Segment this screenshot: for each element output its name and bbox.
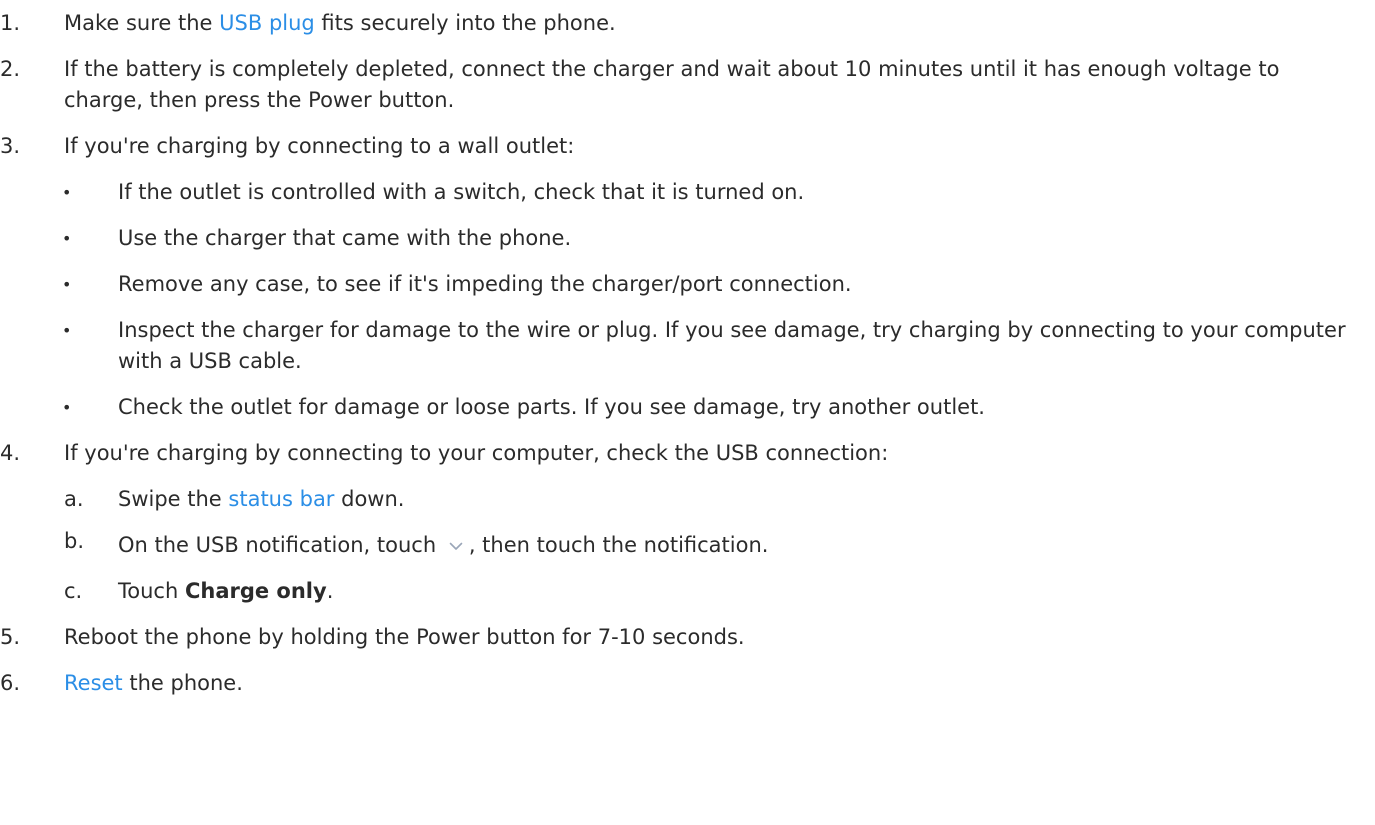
step-text: the phone. [122, 671, 243, 695]
step-text: fits securely into the phone. [314, 11, 616, 35]
substep-letter: a. [64, 487, 84, 511]
step-text: Make sure the [64, 11, 220, 35]
step-text: Reboot the phone by holding the Power bu… [64, 625, 745, 649]
substep-text: . [326, 579, 334, 603]
bullet-text: Remove any case, to see if it's impeding… [118, 272, 852, 296]
substep-text: Touch [118, 579, 185, 603]
step-5: 5. Reboot the phone by holding the Power… [0, 622, 1375, 653]
step-number: 6. [0, 671, 21, 695]
usb-plug-link[interactable]: USB plug [219, 11, 315, 35]
bullet-icon: • [62, 398, 72, 417]
substep-c: c. Touch Charge only. [0, 576, 1375, 607]
step-1: 1. Make sure the USB plug fits securely … [0, 8, 1375, 39]
step-3: 3. If you're charging by connecting to a… [0, 131, 1375, 162]
step-text: If the battery is completely depleted, c… [64, 57, 1280, 112]
list-item: • Check the outlet for damage or loose p… [0, 392, 1375, 423]
step-text: If you're charging by connecting to your… [64, 441, 889, 465]
bullet-text: Inspect the charger for damage to the wi… [118, 318, 1346, 373]
substep-a: a. Swipe the status bar down. [0, 484, 1375, 515]
bullet-text: If the outlet is controlled with a switc… [118, 180, 805, 204]
reset-link[interactable]: Reset [64, 671, 123, 695]
charge-only-label: Charge only [184, 579, 327, 603]
substep-text: down. [334, 487, 405, 511]
step-2: 2. If the battery is completely depleted… [0, 54, 1375, 116]
step-4: 4. If you're charging by connecting to y… [0, 438, 1375, 469]
step-number: 3. [0, 134, 21, 158]
bullet-icon: • [62, 321, 72, 340]
list-item: • Use the charger that came with the pho… [0, 223, 1375, 254]
bullet-text: Use the charger that came with the phone… [118, 226, 572, 250]
bullet-icon: • [62, 183, 72, 202]
step-number: 1. [0, 11, 21, 35]
step-number: 5. [0, 625, 21, 649]
step-6: 6. Reset the phone. [0, 668, 1375, 699]
list-item: • Inspect the charger for damage to the … [0, 315, 1375, 377]
substep-text: , then touch the notification. [468, 533, 769, 557]
chevron-down-icon [443, 530, 469, 561]
status-bar-link[interactable]: status bar [228, 487, 334, 511]
troubleshooting-steps: 1. Make sure the USB plug fits securely … [0, 0, 1375, 699]
bullet-icon: • [62, 229, 72, 248]
substep-letter: b. [64, 529, 85, 553]
step-text: If you're charging by connecting to a wa… [64, 134, 575, 158]
substep-b: b. On the USB notification, touch , then… [0, 529, 1375, 561]
substep-text: Swipe the [118, 487, 229, 511]
bullet-icon: • [62, 275, 72, 294]
list-item: • Remove any case, to see if it's impedi… [0, 269, 1375, 300]
bullet-text: Check the outlet for damage or loose par… [118, 395, 985, 419]
step-number: 4. [0, 441, 21, 465]
list-item: • If the outlet is controlled with a swi… [0, 177, 1375, 208]
substep-text: On the USB notification, touch [118, 533, 443, 557]
substep-letter: c. [64, 579, 83, 603]
step-number: 2. [0, 57, 21, 81]
